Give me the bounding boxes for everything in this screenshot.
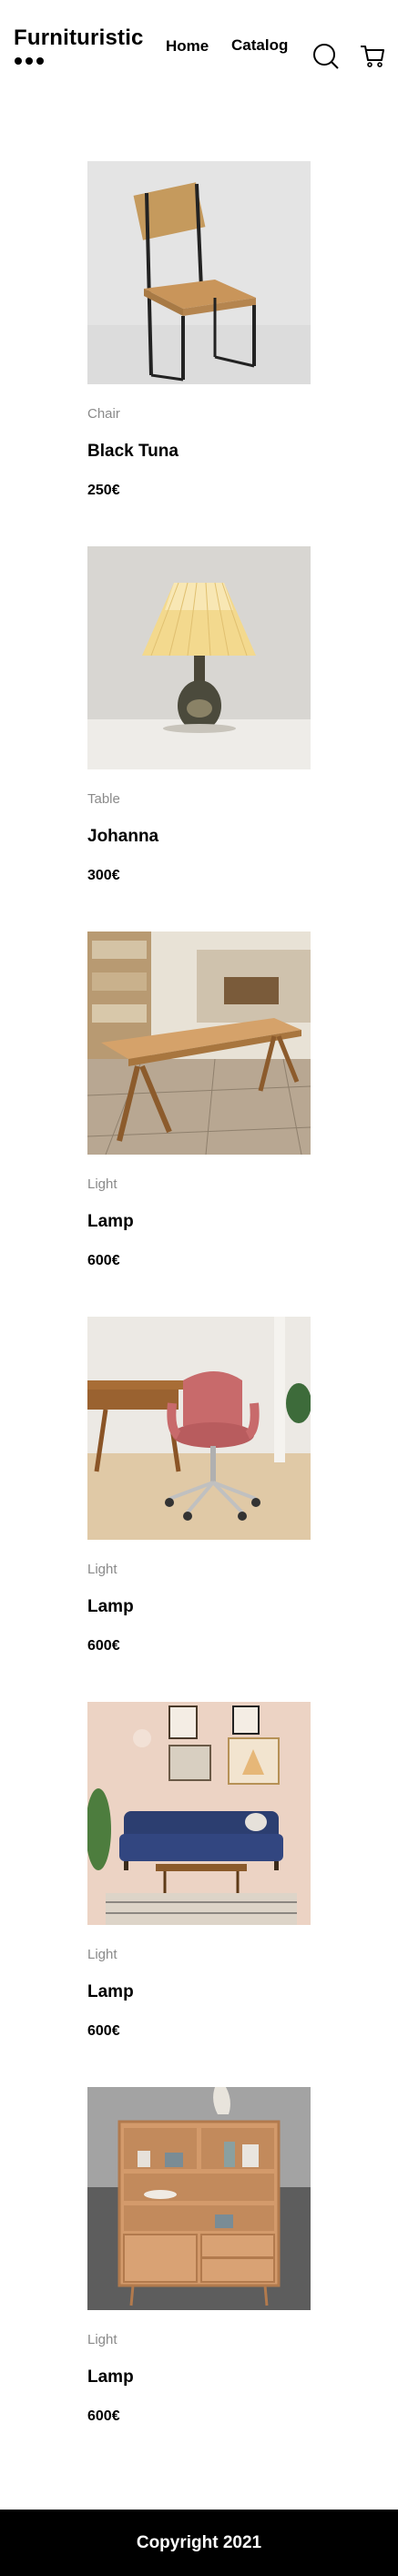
product-title[interactable]: Lamp: [87, 1982, 134, 2002]
product-card[interactable]: Light Lamp 600€: [87, 1702, 311, 2087]
brand-logo[interactable]: Furnituristic: [14, 25, 144, 51]
product-price: 600€: [87, 2023, 120, 2039]
product-price: 250€: [87, 483, 120, 498]
product-price: 300€: [87, 868, 120, 883]
dots-menu-icon[interactable]: [15, 57, 44, 65]
product-card[interactable]: Light Lamp 600€: [87, 932, 311, 1317]
copyright-text: Copyright 2021: [136, 2532, 262, 2552]
product-category: Light: [87, 1947, 117, 1962]
cart-icon[interactable]: [359, 43, 386, 70]
product-image-chair[interactable]: [87, 161, 311, 384]
product-category: Table: [87, 791, 120, 807]
product-title[interactable]: Black Tuna: [87, 442, 179, 462]
product-card[interactable]: Light Lamp 600€: [87, 1317, 311, 1702]
product-price: 600€: [87, 1638, 120, 1654]
product-card[interactable]: Chair Black Tuna 250€: [87, 161, 311, 546]
product-category: Light: [87, 2332, 117, 2347]
product-image-lamp[interactable]: [87, 546, 311, 769]
nav-home-link[interactable]: Home: [166, 37, 209, 56]
product-card[interactable]: Table Johanna 300€: [87, 546, 311, 932]
product-title[interactable]: Lamp: [87, 2367, 134, 2388]
product-title[interactable]: Lamp: [87, 1212, 134, 1232]
product-image-table[interactable]: [87, 932, 311, 1155]
product-image-cabinet[interactable]: [87, 2087, 311, 2310]
product-price: 600€: [87, 2408, 120, 2424]
product-category: Light: [87, 1562, 117, 1577]
product-image-office-chair[interactable]: [87, 1317, 311, 1540]
site-footer: Copyright 2021: [0, 2510, 398, 2576]
search-icon[interactable]: [312, 43, 340, 70]
product-price: 600€: [87, 1253, 120, 1268]
product-category: Chair: [87, 406, 120, 422]
nav-catalog-link[interactable]: Catalog: [231, 36, 288, 55]
product-category: Light: [87, 1176, 117, 1192]
product-title[interactable]: Johanna: [87, 827, 158, 847]
product-title[interactable]: Lamp: [87, 1597, 134, 1617]
site-header: Furnituristic Home Catalog: [0, 0, 398, 82]
product-image-sofa[interactable]: [87, 1702, 311, 1925]
product-card[interactable]: Light Lamp 600€: [87, 2087, 311, 2472]
